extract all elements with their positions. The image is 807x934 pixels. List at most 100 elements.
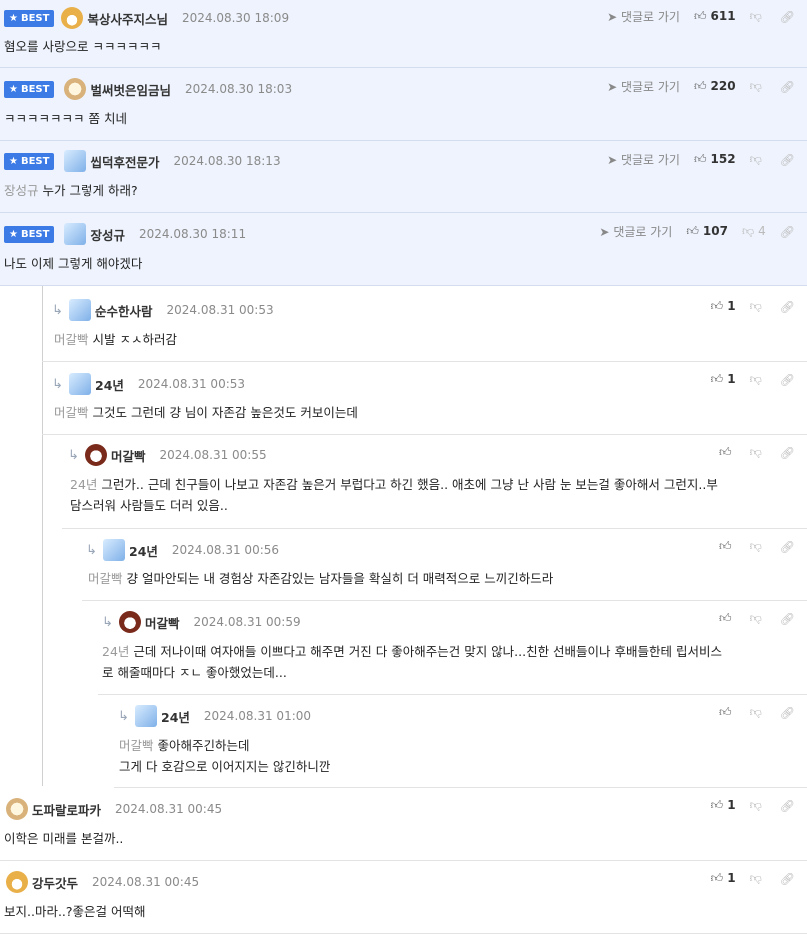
comment-date: 2024.08.31 00:55 — [159, 448, 267, 462]
link-icon[interactable]: 🔗︎ — [780, 612, 795, 626]
comment-author[interactable]: 장성규 — [90, 225, 125, 244]
link-icon[interactable]: 🔗︎ — [780, 706, 795, 720]
reply-to-tag[interactable]: 머갈빡 — [54, 332, 89, 347]
ice-avatar[interactable] — [69, 373, 91, 395]
comment-item: ★ BEST 씹덕후전문가 2024.08.30 18:13 ➤ 댓글로 가기 👍… — [0, 141, 807, 213]
upvote-button[interactable]: 👍︎ — [719, 705, 736, 720]
downvote-button[interactable]: 👎︎ — [750, 539, 766, 554]
upvote-button[interactable]: 👍︎ 1 — [711, 871, 736, 886]
comment-author[interactable]: 24년 — [129, 541, 158, 560]
ice-avatar[interactable] — [64, 223, 87, 245]
link-icon[interactable]: 🔗︎ — [780, 373, 795, 387]
downvote-button[interactable]: 👎︎ 4 — [742, 224, 766, 239]
comment-author[interactable]: 도파랄로파카 — [32, 800, 101, 819]
fox-avatar[interactable] — [6, 871, 28, 893]
upvote-button[interactable]: 👍︎ 611 — [694, 9, 736, 24]
ice-avatar[interactable] — [103, 539, 125, 561]
puppy-avatar[interactable] — [64, 78, 87, 100]
downvote-button[interactable]: 👎︎ — [750, 611, 766, 626]
comment-author[interactable]: 순수한사람 — [95, 301, 153, 320]
thumbs-up-icon: 👍︎ — [693, 9, 707, 23]
link-icon[interactable]: 🔗︎ — [780, 225, 795, 239]
reply-to-tag[interactable]: 머갈빡 — [88, 571, 123, 586]
reply-to-tag[interactable]: 머갈빡 — [54, 405, 89, 420]
comment-author[interactable]: 24년 — [161, 707, 190, 726]
upvote-button[interactable]: 👍︎ — [719, 445, 736, 460]
comment-date: 2024.08.31 00:45 — [92, 875, 200, 889]
reply-item: ↳ 머갈빡 2024.08.31 00:59 👍︎ 👎︎ 🔗︎ 24년 근데 저나… — [98, 601, 807, 695]
thumbs-up-icon: 👍︎ — [719, 539, 732, 553]
downvote-button[interactable]: 👎︎ — [750, 9, 766, 24]
downvote-button[interactable]: 👎︎ — [750, 372, 766, 387]
thumbs-down-icon: 👎︎ — [749, 9, 762, 23]
fox-avatar[interactable] — [61, 7, 84, 29]
send-icon: ➤ — [599, 225, 610, 239]
ice-avatar[interactable] — [64, 150, 87, 172]
reply-to-tag[interactable]: 24년 — [102, 644, 129, 659]
comment-author[interactable]: 벌써벗은임금님 — [90, 80, 171, 99]
ice-avatar[interactable] — [69, 299, 91, 321]
comment-author[interactable]: 복상사주지스님 — [87, 9, 168, 28]
comment-text: 보지..마라..?좋은걸 어떡해 — [4, 904, 146, 919]
comment-author[interactable]: 머갈빡 — [111, 446, 146, 465]
dog-avatar[interactable] — [119, 611, 141, 633]
comment-date: 2024.08.31 00:53 — [166, 303, 274, 317]
reply-to-tag[interactable]: 머갈빡 — [119, 738, 154, 753]
upvote-button[interactable]: 👍︎ 1 — [711, 299, 736, 314]
comment-author[interactable]: 강두갓두 — [32, 873, 78, 892]
goto-reply-link[interactable]: ➤ 댓글로 가기 — [607, 151, 680, 168]
comment-author[interactable]: 24년 — [95, 375, 124, 394]
thumbs-down-icon: 👎︎ — [741, 224, 755, 238]
goto-reply-link[interactable]: ➤ 댓글로 가기 — [599, 223, 672, 240]
reply-item: ↳ 머갈빡 2024.08.31 00:55 👍︎ 👎︎ 🔗︎ 24년 그런가..… — [62, 435, 807, 529]
downvote-button[interactable]: 👎︎ — [750, 705, 766, 720]
downvote-button[interactable]: 👎︎ — [750, 152, 766, 167]
downvote-button[interactable]: 👎︎ — [750, 79, 766, 94]
reply-to-tag[interactable]: 장성규 — [4, 183, 39, 198]
comment-date: 2024.08.30 18:11 — [138, 227, 247, 241]
dog-avatar[interactable] — [85, 444, 107, 466]
puppy-avatar[interactable] — [6, 798, 28, 820]
comment-text: 장성규 누가 그렇게 하래? — [4, 183, 138, 198]
link-icon[interactable]: 🔗︎ — [780, 10, 795, 24]
upvote-button[interactable]: 👍︎ — [719, 611, 736, 626]
reply-arrow-icon: ↳ — [118, 708, 129, 724]
comment-author[interactable]: 씹덕후전문가 — [90, 152, 159, 171]
downvote-button[interactable]: 👎︎ — [750, 798, 766, 813]
reply-arrow-icon: ↳ — [86, 542, 97, 558]
reply-arrow-icon: ↳ — [52, 302, 63, 318]
link-icon[interactable]: 🔗︎ — [780, 872, 795, 886]
send-icon: ➤ — [607, 10, 618, 24]
thumbs-up-icon: 👍︎ — [693, 79, 707, 93]
upvote-button[interactable]: 👍︎ 152 — [694, 152, 736, 167]
thumbs-up-icon: 👍︎ — [719, 445, 732, 459]
comment-item: 강두갓두 2024.08.31 00:45 👍︎ 1 👎︎ 🔗︎ 보지..마라..… — [0, 861, 807, 934]
send-icon: ➤ — [607, 153, 618, 167]
thumbs-down-icon: 👎︎ — [749, 871, 762, 885]
thumbs-up-icon: 👍︎ — [710, 798, 724, 812]
comment-item: 도파랄로파카 2024.08.31 00:45 👍︎ 1 👎︎ 🔗︎ 이학은 미래… — [0, 788, 807, 861]
link-icon[interactable]: 🔗︎ — [780, 446, 795, 460]
comment-date: 2024.08.30 18:09 — [181, 11, 290, 25]
downvote-button[interactable]: 👎︎ — [750, 445, 766, 460]
comment-author[interactable]: 머갈빡 — [145, 613, 180, 632]
upvote-button[interactable]: 👍︎ — [719, 539, 736, 554]
link-icon[interactable]: 🔗︎ — [780, 80, 795, 94]
upvote-button[interactable]: 👍︎ 107 — [686, 224, 728, 239]
link-icon[interactable]: 🔗︎ — [780, 300, 795, 314]
upvote-button[interactable]: 👍︎ 220 — [694, 79, 736, 94]
goto-reply-link[interactable]: ➤ 댓글로 가기 — [607, 78, 680, 95]
star-icon: ★ — [9, 12, 18, 24]
goto-reply-link[interactable]: ➤ 댓글로 가기 — [607, 8, 680, 25]
upvote-button[interactable]: 👍︎ 1 — [711, 372, 736, 387]
reply-to-tag[interactable]: 24년 — [70, 477, 97, 492]
ice-avatar[interactable] — [135, 705, 157, 727]
downvote-button[interactable]: 👎︎ — [750, 299, 766, 314]
best-badge: ★ BEST — [4, 152, 55, 170]
thumbs-down-icon: 👎︎ — [749, 299, 762, 313]
upvote-button[interactable]: 👍︎ 1 — [711, 798, 736, 813]
link-icon[interactable]: 🔗︎ — [780, 799, 795, 813]
downvote-button[interactable]: 👎︎ — [750, 871, 766, 886]
link-icon[interactable]: 🔗︎ — [780, 153, 795, 167]
link-icon[interactable]: 🔗︎ — [780, 540, 795, 554]
